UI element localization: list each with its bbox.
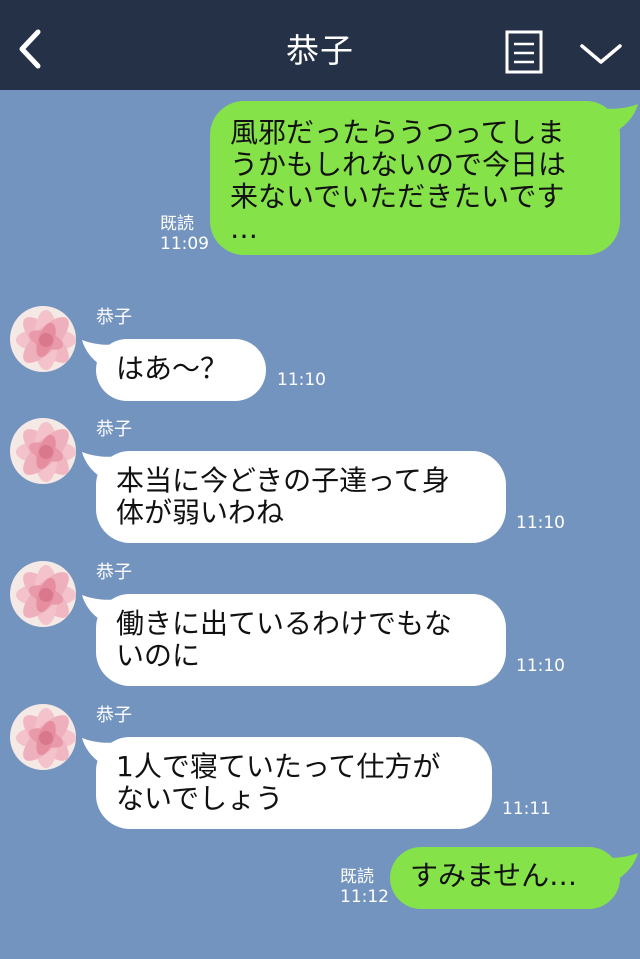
flower-avatar-icon [10, 418, 76, 484]
chevron-down-icon [580, 44, 622, 64]
avatar[interactable] [10, 704, 76, 770]
message-time: 11:11 [502, 799, 551, 819]
chat-title: 恭子 [286, 31, 354, 70]
message-bubble[interactable]: 1人で寝ていたって仕方が ないでしょう [96, 737, 492, 829]
note-icon [505, 30, 543, 74]
message-time: 11:10 [277, 370, 326, 390]
sender-name: 恭子 [96, 419, 132, 440]
read-label: 既読 [340, 867, 374, 887]
chat-header: 恭子 [0, 0, 640, 90]
menu-toggle-button[interactable] [578, 38, 624, 70]
sender-name: 恭子 [96, 705, 132, 726]
message-bubble[interactable]: はあ～？ [96, 339, 266, 401]
avatar[interactable] [10, 306, 76, 372]
avatar[interactable] [10, 418, 76, 484]
message-bubble[interactable]: 働きに出ているわけでもな いのに [96, 594, 506, 686]
sender-name: 恭子 [96, 562, 132, 583]
message-bubble[interactable]: すみません… [390, 847, 620, 909]
message-time: 11:10 [516, 513, 565, 533]
message-bubble[interactable]: 風邪だったらうつってしま うかもしれないので今日は 来ないでいただきたいです … [210, 101, 620, 255]
chevron-left-icon [19, 29, 41, 69]
sender-name: 恭子 [96, 307, 132, 328]
read-label: 既読 [160, 214, 194, 234]
flower-avatar-icon [10, 306, 76, 372]
message-time: 11:09 [160, 234, 209, 254]
flower-avatar-icon [10, 704, 76, 770]
message-time: 11:12 [340, 887, 389, 907]
note-button[interactable] [504, 30, 544, 74]
flower-avatar-icon [10, 561, 76, 627]
message-time: 11:10 [516, 656, 565, 676]
back-button[interactable] [12, 26, 52, 72]
message-bubble[interactable]: 本当に今どきの子達って身 体が弱いわね [96, 451, 506, 543]
avatar[interactable] [10, 561, 76, 627]
read-receipt: 既読 11:09 [160, 214, 209, 254]
read-receipt: 既読 11:12 [340, 867, 389, 907]
